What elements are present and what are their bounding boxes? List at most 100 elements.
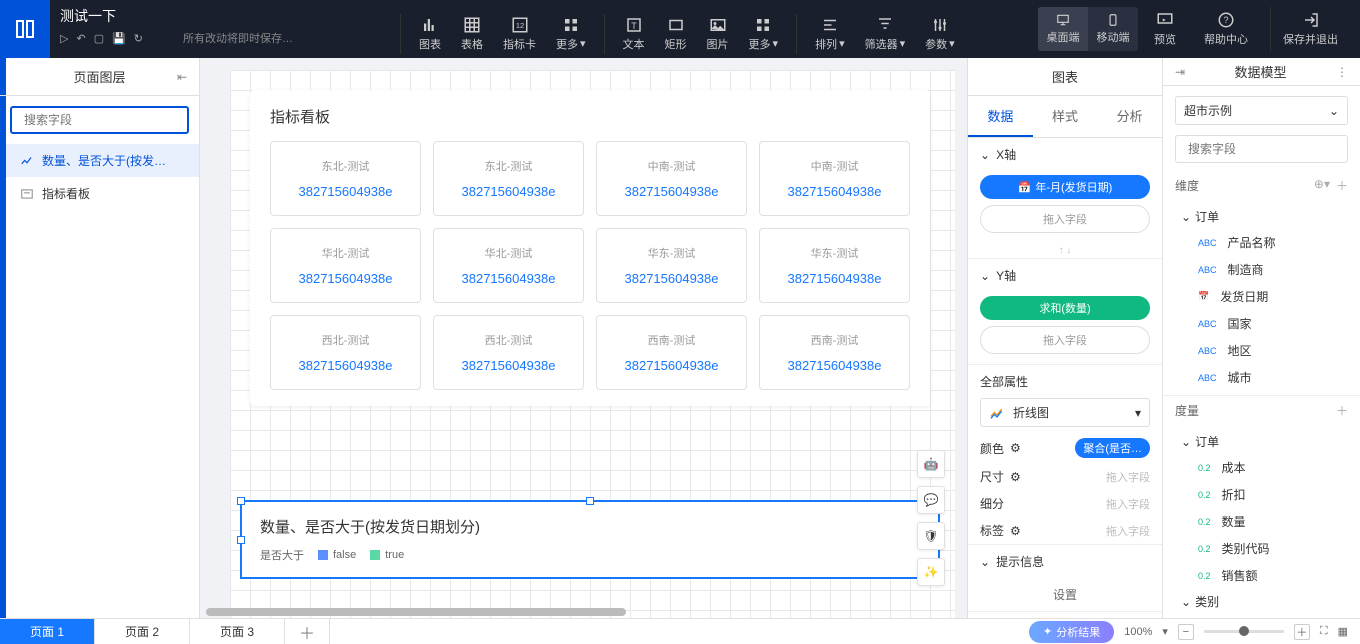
dimension-field[interactable]: ABC地区 [1175,337,1348,364]
preview-button[interactable]: 预览 [1142,7,1188,51]
tool-filter[interactable]: 筛选器▾ [855,14,916,54]
save-icon[interactable]: 💾 [112,32,126,45]
y-axis-drop[interactable]: 拖入字段 [980,326,1150,354]
help-button[interactable]: ?帮助中心 [1192,7,1260,51]
y-axis-header[interactable]: ⌄Y轴 [968,259,1162,292]
undo-icon[interactable]: ↶ [76,32,85,45]
page-tab-2[interactable]: 页面 2 [95,619,190,644]
dimension-field[interactable]: ABC城市 [1175,364,1348,391]
x-axis-field-pill[interactable]: 📅年-月(发货日期) [980,175,1150,199]
collapse-left-icon[interactable]: ⇤ [177,70,187,84]
tab-analyze[interactable]: 分析 [1097,96,1162,137]
metric-card[interactable]: 中南-测试382715604938e [759,141,910,216]
metric-card[interactable]: 华东-测试382715604938e [759,228,910,303]
tab-data[interactable]: 数据 [968,96,1033,137]
gear-icon[interactable]: ⚙ [1010,470,1021,484]
field-search[interactable] [1175,135,1348,163]
hint-settings-button[interactable]: 设置 [968,578,1162,611]
tool-table[interactable]: 表格 [451,14,493,54]
dimension-field[interactable]: ABC制造商 [1175,256,1348,283]
measure-field[interactable]: 0.2数量 [1175,508,1348,535]
tool-more1[interactable]: 更多▾ [546,14,596,54]
mea-order-group[interactable]: ⌄订单 [1175,429,1348,454]
device-mobile[interactable]: 移动端 [1088,7,1138,51]
detail-drop[interactable]: 拖入字段 [1106,496,1150,512]
tool-rect[interactable]: 矩形 [655,14,697,54]
play-icon[interactable]: ▷ [60,32,68,45]
more-icon[interactable]: ⋮ [1336,65,1348,79]
device-desktop[interactable]: 桌面端 [1038,7,1088,51]
app-logo[interactable] [0,0,50,58]
analyze-button[interactable]: ✦分析结果 [1029,621,1114,643]
metric-card[interactable]: 东北-测试382715604938e [270,141,421,216]
metric-card[interactable]: 华东-测试382715604938e [596,228,747,303]
x-axis-drop[interactable]: 拖入字段 [980,205,1150,233]
refresh-icon[interactable]: ↻ [134,32,143,45]
dimension-field[interactable]: ABC国家 [1175,310,1348,337]
tool-arrange[interactable]: 排列▾ [805,14,855,54]
ai-assist-icon[interactable]: 🤖 [917,450,945,478]
measure-field[interactable]: 0.2类别代码 [1175,535,1348,562]
metric-card[interactable]: 西北-测试382715604938e [433,315,584,390]
measure-field[interactable]: 0.2折扣 [1175,481,1348,508]
add-icon[interactable]: ＋ [1336,402,1348,419]
chart-type-select[interactable]: 折线图 ▾ [980,398,1150,427]
metric-card[interactable]: 西南-测试382715604938e [759,315,910,390]
tab-style[interactable]: 样式 [1033,96,1098,137]
layer-item-metric[interactable]: 指标看板 [0,177,199,210]
grid-icon[interactable]: ▦ [1338,625,1348,638]
fit-icon[interactable]: ⛶ [1320,625,1328,638]
zoom-out-button[interactable]: − [1178,624,1194,640]
metric-card[interactable]: 西北-测试382715604938e [270,315,421,390]
dim-order-group[interactable]: ⌄订单 [1175,204,1348,229]
metric-board-widget[interactable]: 指标看板 东北-测试382715604938e东北-测试382715604938… [250,90,930,406]
mea-category-group[interactable]: ⌄类别 [1175,589,1348,614]
field-search-input[interactable] [1188,142,1343,156]
zoom-in-button[interactable]: ＋ [1294,624,1310,640]
horizontal-scrollbar[interactable] [200,608,967,618]
add-page-button[interactable]: ＋ [285,619,330,644]
zoom-dropdown-icon[interactable]: ▾ [1162,625,1168,638]
metric-card[interactable]: 东北-测试382715604938e [433,141,584,216]
tool-text[interactable]: T文本 [613,14,655,54]
layer-item-chart[interactable]: 数量、是否大于(按发… [0,144,199,177]
save-exit-button[interactable]: 保存并退出 [1270,7,1350,51]
add-icon[interactable]: ＋ [1336,177,1348,194]
shield-icon[interactable]: 🛡 [917,522,945,550]
tool-metric[interactable]: 12指标卡 [493,14,546,54]
measure-field[interactable]: 0.2成本 [1175,454,1348,481]
metric-card[interactable]: 中南-测试382715604938e [596,141,747,216]
swap-axes-icon[interactable]: ↑ ↓ [968,243,1162,258]
gear-icon[interactable]: ⚙ [1010,441,1021,455]
comment-icon[interactable]: 💬 [917,486,945,514]
dataset-select[interactable]: 超市示例 ⌄ [1175,96,1348,125]
x-axis-header[interactable]: ⌄X轴 [968,138,1162,171]
metric-card[interactable]: 华北-测试382715604938e [270,228,421,303]
dimension-field[interactable]: ABC产品名称 [1175,229,1348,256]
layer-search[interactable] [10,106,189,134]
label-drop[interactable]: 拖入字段 [1106,523,1150,539]
tool-image[interactable]: 图片 [697,14,739,54]
tool-chart[interactable]: 图表 [409,14,451,54]
page-tab-3[interactable]: 页面 3 [190,619,285,644]
metric-card[interactable]: 华北-测试382715604938e [433,228,584,303]
page-tab-1[interactable]: 页面 1 [0,619,95,644]
redo-icon[interactable]: ▢ [94,32,104,45]
tool-more2[interactable]: 更多▾ [739,14,789,54]
canvas[interactable]: 指标看板 东北-测试382715604938e东北-测试382715604938… [230,70,955,618]
chart-widget[interactable]: 数量、是否大于(按发货日期划分) 是否大于 false true [240,500,940,579]
gear-icon[interactable]: ⚙ [1010,524,1021,538]
hint-header[interactable]: ⌄提示信息 [968,545,1162,578]
dimension-field[interactable]: 📅发货日期 [1175,283,1348,310]
zoom-slider[interactable] [1204,630,1284,633]
expand-panel-icon[interactable]: ⇥ [1175,65,1185,79]
measure-field[interactable]: 0.2销售额 [1175,562,1348,589]
tool-param[interactable]: 参数▾ [915,14,965,54]
layer-search-input[interactable] [24,113,179,127]
globe-icon[interactable]: ⊕▾ [1314,177,1330,194]
color-value-pill[interactable]: 聚合(是否… [1075,438,1150,458]
metric-card[interactable]: 西南-测试382715604938e [596,315,747,390]
magic-icon[interactable]: ✨ [917,558,945,586]
size-drop[interactable]: 拖入字段 [1106,469,1150,485]
y-axis-field-pill[interactable]: 求和(数量) [980,296,1150,320]
